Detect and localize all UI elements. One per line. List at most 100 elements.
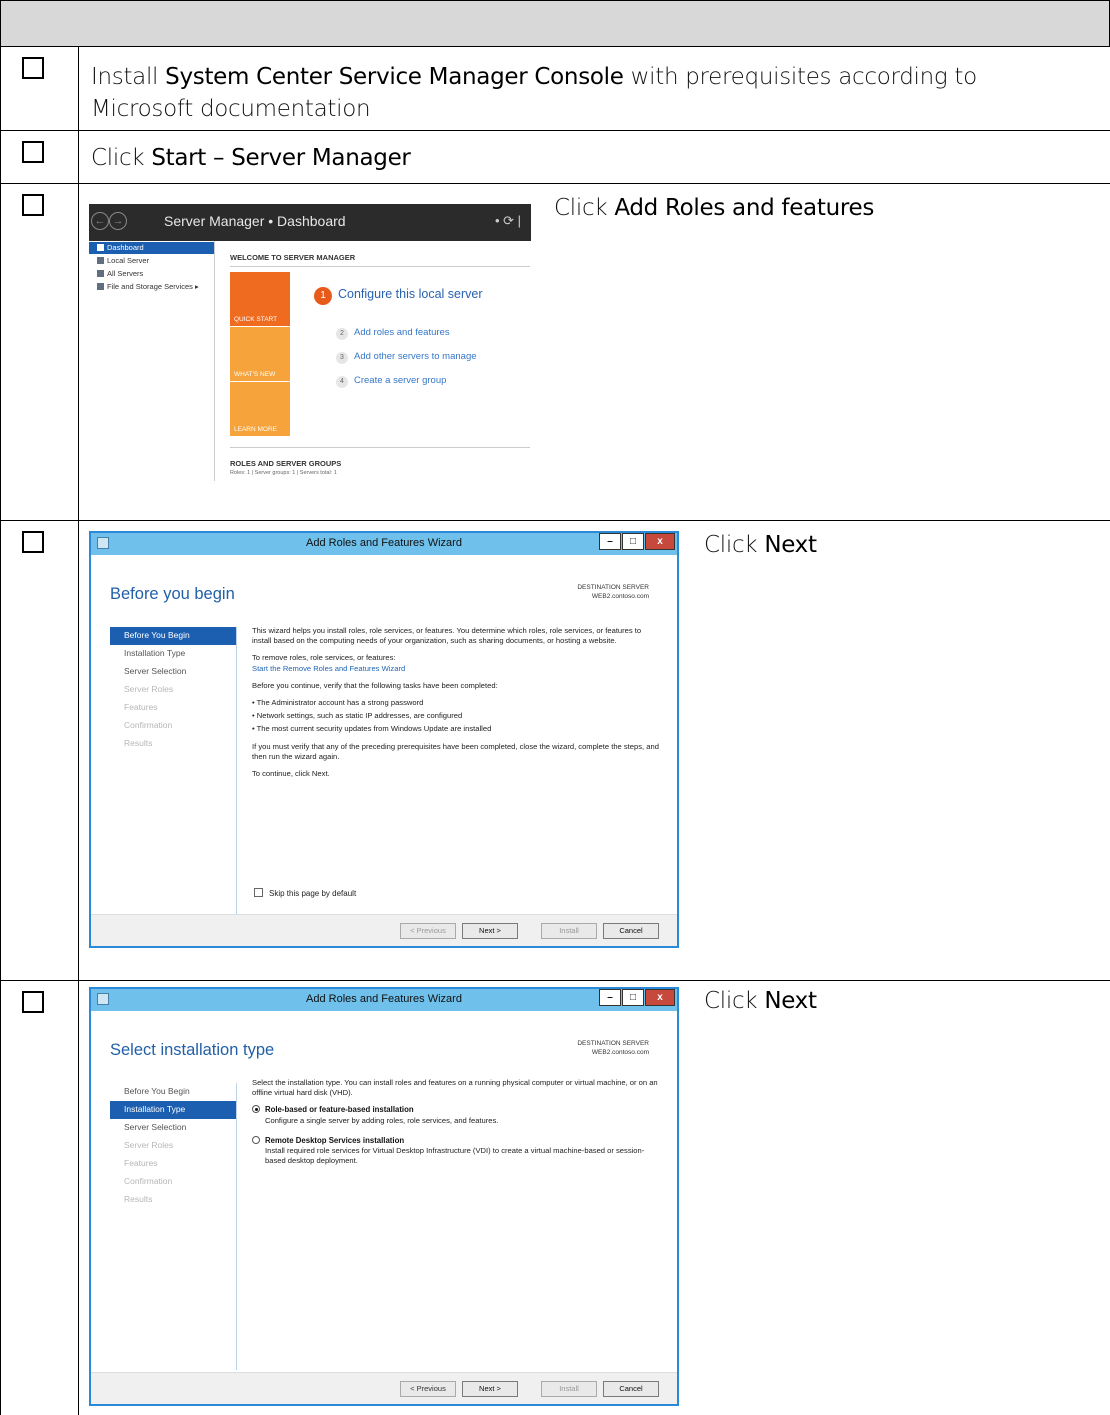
checkbox-cell [1,184,79,520]
nav-installation-type[interactable]: Installation Type [110,1101,236,1119]
bullet-item: • The Administrator account has a strong… [252,698,424,708]
checkbox-icon[interactable] [254,888,263,897]
server-manager-sidebar: Dashboard Local Server All Servers File … [89,241,215,481]
nav-server-selection[interactable]: Server Selection [110,663,236,681]
intro-text: Select the installation type. You can in… [252,1078,658,1098]
radio-icon[interactable] [252,1135,260,1144]
nav-before-you-begin[interactable]: Before You Begin [110,1083,236,1101]
step-instruction: Click Start – Server Manager [91,145,411,171]
step-instruction: Click Add Roles and features [554,195,875,221]
nav-server-roles: Server Roles [124,684,174,694]
nav-before-you-begin[interactable]: Before You Begin [110,627,236,645]
next-button[interactable]: Next > [462,1381,518,1397]
close-button[interactable]: x [645,989,675,1006]
sidebar-item-file-storage[interactable]: File and Storage Services ▸ [89,281,214,293]
add-servers-link[interactable]: 3 Add other servers to manage [336,351,477,364]
server-manager-screenshot: ← → Server Manager • Dashboard • ⟳ | Dash… [89,204,531,481]
option-description: Configure a single server by adding role… [265,1115,499,1125]
wizard-footer: < Previous Next > Install Cancel [91,914,677,946]
page-title: Select installation type [110,1041,275,1059]
servers-icon [97,270,104,277]
breadcrumb: Server Manager • Dashboard [164,213,346,229]
remove-text: To remove roles, role services, or featu… [252,653,396,663]
option-description: Install required role services for Virtu… [265,1146,645,1166]
divider [230,266,530,267]
create-server-group-link[interactable]: 4 Create a server group [336,375,446,388]
step-checkbox[interactable] [22,141,44,163]
radio-role-based[interactable]: Role-based or feature-based installation [252,1105,662,1115]
bullet-item: • The most current security updates from… [252,724,492,734]
destination-server: DESTINATION SERVER WEB2.contoso.com [577,584,649,600]
checkbox-cell [1,981,79,1415]
next-button[interactable]: Next > [462,923,518,939]
nav-server-roles: Server Roles [124,1140,174,1150]
nav-results: Results [124,1194,153,1204]
step-checkbox[interactable] [22,991,44,1013]
prereq-text: If you must verify that any of the prece… [252,741,659,761]
nav-server-selection[interactable]: Server Selection [110,1119,236,1137]
wizard-footer: < Previous Next > Install Cancel [91,1372,677,1404]
close-button[interactable]: x [645,533,675,550]
server-icon [97,257,104,264]
nav-arrows[interactable]: ← → [91,211,131,233]
bullet-item: • Network settings, such as static IP ad… [252,711,463,721]
previous-button[interactable]: < Previous [400,1381,456,1397]
nav-features: Features [124,1158,158,1168]
refresh-icon[interactable]: • ⟳ | [495,213,521,229]
cancel-button[interactable]: Cancel [603,923,659,939]
install-button[interactable]: Install [541,1381,597,1397]
tile-quick-start[interactable]: QUICK START [230,272,290,326]
table-row: Click Start – Server Manager [0,131,1110,184]
skip-page-checkbox[interactable]: Skip this page by default [254,888,356,898]
nav-confirmation: Confirmation [124,1176,173,1186]
cancel-button[interactable]: Cancel [603,1381,659,1397]
maximize-button[interactable]: □ [622,989,644,1006]
window-title: Add Roles and Features Wizard [306,993,462,1005]
step-instruction: Click Next [704,988,817,1014]
configure-local-server-link[interactable]: 1 Configure this local server [314,287,483,305]
wizard-installation-type: Add Roles and Features Wizard – □ x Sele… [89,987,679,1406]
divider [230,447,530,448]
install-button[interactable]: Install [541,923,597,939]
nav-results: Results [124,738,153,748]
back-arrow-icon[interactable]: ← [91,212,109,230]
wizard-content: Select the installation type. You can in… [252,1078,662,1176]
wizard-titlebar: Add Roles and Features Wizard [91,989,677,1011]
add-roles-link[interactable]: 2 Add roles and features [336,327,450,340]
previous-button[interactable]: < Previous [400,923,456,939]
minimize-button[interactable]: – [599,989,621,1006]
nav-confirmation: Confirmation [124,720,173,730]
welcome-heading: WELCOME TO SERVER MANAGER [230,253,356,262]
wizard-titlebar: Add Roles and Features Wizard [91,533,677,555]
server-manager-titlebar: ← → Server Manager • Dashboard • ⟳ | [89,204,531,241]
table-row: Install System Center Service Manager Co… [0,47,1110,131]
radio-remote-desktop[interactable]: Remote Desktop Services installation [252,1135,662,1146]
wizard-nav: Before You Begin Installation Type Serve… [110,627,236,753]
nav-installation-type[interactable]: Installation Type [110,645,236,663]
forward-arrow-icon[interactable]: → [109,212,127,230]
step-instruction: Click Next [704,532,817,558]
checkbox-cell [1,131,79,183]
radio-selected-icon[interactable] [252,1105,260,1114]
tile-learn-more[interactable]: LEARN MORE [230,382,290,436]
step-checkbox[interactable] [22,194,44,216]
minimize-button[interactable]: – [599,533,621,550]
continue-text: To continue, click Next. [252,769,330,779]
step-checkbox[interactable] [22,57,44,79]
intro-text: This wizard helps you install roles, rol… [252,626,642,646]
sidebar-item-all-servers[interactable]: All Servers [89,268,214,280]
table-header-row [0,0,1110,47]
step-checkbox[interactable] [22,531,44,553]
divider [236,627,237,914]
tile-whats-new[interactable]: WHAT'S NEW [230,327,290,381]
step-instruction: Install System Center Service Manager Co… [91,64,977,122]
maximize-button[interactable]: □ [622,533,644,550]
sidebar-item-dashboard[interactable]: Dashboard [89,242,214,254]
sidebar-item-local-server[interactable]: Local Server [89,255,214,267]
remove-wizard-link[interactable]: Start the Remove Roles and Features Wiza… [252,664,405,673]
roles-heading: ROLES AND SERVER GROUPS [230,459,342,468]
wizard-content: This wizard helps you install roles, rol… [252,626,662,786]
window-title: Add Roles and Features Wizard [306,537,462,549]
wizard-before-you-begin: Add Roles and Features Wizard – □ x Befo… [89,531,679,948]
roles-meta: Roles: 1 | Server groups: 1 | Servers to… [230,470,337,476]
